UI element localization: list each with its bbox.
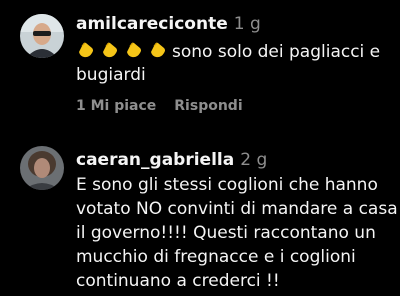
username[interactable]: caeran_gabriella — [76, 150, 234, 170]
comments-page: amilcareciconte 1 g sono solo dei pagliac… — [0, 0, 400, 296]
comment-header: amilcareciconte 1 g — [76, 13, 261, 35]
comment-text: E sono gli stessi coglioni che hanno — [76, 175, 378, 195]
comment-text-line: il governo!!!! Questi raccontano un — [76, 222, 376, 244]
comment-header: caeran_gabriella 2 g — [76, 149, 267, 171]
comment-actions: 1 Mi piace Rispondi — [76, 97, 243, 115]
clapping-hands-icon — [76, 40, 96, 60]
comment-text-line: E sono gli stessi coglioni che hanno — [76, 174, 378, 196]
comment-text: votato NO convinti di mandare a casa — [76, 199, 398, 219]
avatar[interactable] — [20, 14, 64, 58]
comment-text-line: continuano a crederci !! — [76, 270, 280, 292]
comment-text: il governo!!!! Questi raccontano un — [76, 223, 376, 243]
clapping-hands-icon — [124, 40, 144, 60]
comment-text: bugiardi — [76, 65, 146, 85]
clapping-hands-icon — [148, 40, 168, 60]
comment-text: continuano a crederci !! — [76, 271, 280, 291]
comment-item: amilcareciconte 1 g sono solo dei pagliac… — [0, 0, 400, 130]
username[interactable]: amilcareciconte — [76, 14, 228, 34]
comment-text: mucchio di fregnacce e i coglioni — [76, 247, 356, 267]
clapping-hands-icon — [100, 40, 120, 60]
likes-count[interactable]: 1 Mi piace — [76, 98, 156, 114]
comment-text: sono solo dei pagliacci e — [172, 42, 381, 62]
comment-text-line: mucchio di fregnacce e i coglioni — [76, 246, 356, 268]
timestamp: 2 g — [240, 150, 268, 170]
comment-item: caeran_gabriella 2 g E sono gli stessi co… — [0, 140, 400, 296]
timestamp: 1 g — [233, 14, 261, 34]
comment-text-line: sono solo dei pagliacci e — [76, 40, 380, 63]
reply-button[interactable]: Rispondi — [174, 98, 242, 114]
comment-text-line: votato NO convinti di mandare a casa — [76, 198, 398, 220]
comment-text-line: bugiardi — [76, 64, 146, 86]
avatar[interactable] — [20, 146, 64, 190]
